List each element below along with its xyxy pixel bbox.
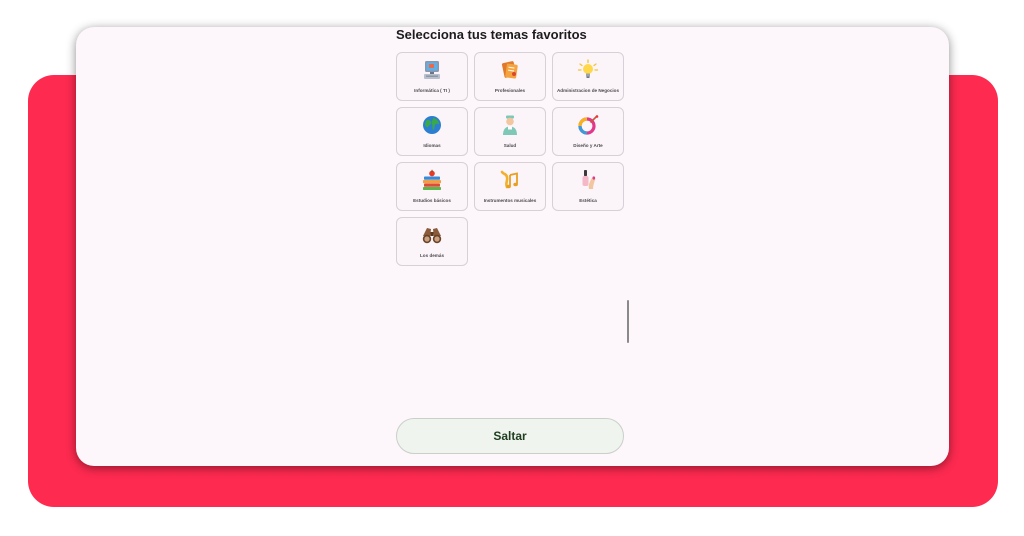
topic-label: Los demás: [420, 253, 444, 258]
topic-label: Idiomas: [423, 143, 441, 148]
topic-label: Diseño y Arte: [573, 143, 603, 148]
page-title: Selecciona tus temas favoritos: [396, 27, 587, 42]
topic-label: Administracion de Negocios: [556, 88, 620, 93]
globe-icon: [397, 112, 467, 138]
topic-tile-administracion[interactable]: Administracion de Negocios: [552, 52, 624, 101]
music-notes-icon: [475, 167, 545, 193]
topic-label: Estética: [579, 198, 597, 203]
computer-icon: [397, 57, 467, 83]
topic-label: Instrumentos musicales: [483, 198, 537, 203]
device-screen: Selecciona tus temas favoritos Informáti…: [76, 27, 949, 466]
topic-tile-instrumentos[interactable]: Instrumentos musicales: [474, 162, 546, 211]
topic-tile-los-demas[interactable]: Los demás: [396, 217, 468, 266]
lightbulb-icon: [553, 57, 623, 83]
topic-label: Estudios básicos: [413, 198, 451, 203]
books-apple-icon: [397, 167, 467, 193]
topic-tile-salud[interactable]: Salud: [474, 107, 546, 156]
skip-button[interactable]: Saltar: [396, 418, 624, 454]
topic-tile-informatica[interactable]: Informática ( TI ): [396, 52, 468, 101]
topic-label: Informática ( TI ): [414, 88, 450, 93]
nail-polish-icon: [553, 167, 623, 193]
doctor-icon: [475, 112, 545, 138]
topic-selection-screen: Selecciona tus temas favoritos Informáti…: [396, 27, 632, 466]
topic-tile-profesionales[interactable]: Profesionales: [474, 52, 546, 101]
binoculars-icon: [397, 222, 467, 248]
topic-label: Salud: [503, 143, 517, 148]
topic-label: Profesionales: [494, 88, 526, 93]
topic-tile-estudios-basicos[interactable]: Estudios básicos: [396, 162, 468, 211]
topic-tile-diseno[interactable]: Diseño y Arte: [552, 107, 624, 156]
topic-tile-idiomas[interactable]: Idiomas: [396, 107, 468, 156]
topic-tile-estetica[interactable]: Estética: [552, 162, 624, 211]
color-ring-icon: [553, 112, 623, 138]
stage: Selecciona tus temas favoritos Informáti…: [0, 0, 1024, 536]
scrollbar-thumb[interactable]: [627, 300, 629, 343]
briefcase-icon: [475, 57, 545, 83]
